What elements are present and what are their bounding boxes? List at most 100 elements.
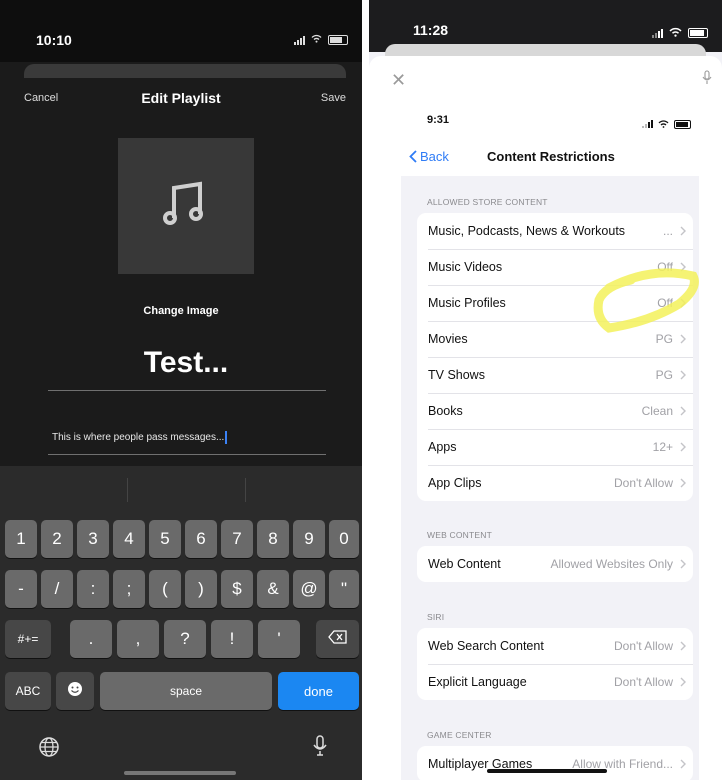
back-button[interactable]: Back — [409, 149, 449, 164]
key-comma[interactable]: , — [117, 620, 159, 658]
row-label: Music Videos — [428, 260, 503, 274]
row-label: Web Search Content — [428, 639, 544, 653]
key-hyphen[interactable]: - — [5, 570, 37, 608]
key-apostrophe[interactable]: ' — [258, 620, 300, 658]
row-label: Explicit Language — [428, 675, 527, 689]
playlist-title-input[interactable]: Test... — [0, 346, 362, 380]
description-input[interactable]: This is where people pass messages... — [52, 431, 228, 444]
key-at[interactable]: @ — [293, 570, 325, 608]
chevron-right-icon — [680, 478, 686, 488]
screenshot-content-restrictions: 9:31 Back Content Restrictions ALLOWED S… — [401, 98, 699, 780]
key-5[interactable]: 5 — [149, 520, 181, 558]
settings-row[interactable]: Apps 12+ — [417, 429, 693, 465]
microphone-icon[interactable] — [702, 70, 712, 91]
settings-group: Music, Podcasts, News & Workouts... Musi… — [417, 213, 693, 501]
playlist-cover[interactable] — [118, 138, 254, 274]
emoji-key[interactable] — [56, 672, 94, 710]
save-button[interactable]: Save — [321, 92, 346, 104]
nav-bar: Back Content Restrictions — [401, 138, 699, 176]
wifi-icon — [311, 34, 322, 46]
backspace-icon — [327, 629, 348, 649]
row-value: Don't Allow — [614, 675, 673, 689]
divider — [48, 390, 326, 391]
page-title: Content Restrictions — [487, 149, 615, 164]
key-8[interactable]: 8 — [257, 520, 289, 558]
key-4[interactable]: 4 — [113, 520, 145, 558]
key-close-paren[interactable]: ) — [185, 570, 217, 608]
section-header: GAME CENTER — [427, 730, 492, 740]
settings-row[interactable]: App Clips Don't Allow — [417, 465, 693, 501]
key-9[interactable]: 9 — [293, 520, 325, 558]
settings-row[interactable]: Multiplayer Games Allow with Friend... — [417, 746, 693, 780]
key-exclamation[interactable]: ! — [211, 620, 253, 658]
key-dollar[interactable]: $ — [221, 570, 253, 608]
key-more-symbols[interactable]: #+= — [5, 620, 51, 658]
settings-row[interactable]: Web Content Allowed Websites Only — [417, 546, 693, 582]
close-icon[interactable]: ✕ — [391, 70, 406, 91]
keyboard: 1 2 3 4 5 6 7 8 9 0 - / : ; ( ) $ & @ " … — [0, 466, 362, 780]
key-7[interactable]: 7 — [221, 520, 253, 558]
key-1[interactable]: 1 — [5, 520, 37, 558]
key-semicolon[interactable]: ; — [113, 570, 145, 608]
highlighter-annotation — [593, 268, 699, 333]
row-value: Clean — [641, 404, 673, 418]
back-label: Back — [420, 149, 449, 164]
status-icons — [652, 24, 708, 42]
inner-status-icons — [642, 115, 691, 133]
key-ampersand[interactable]: & — [257, 570, 289, 608]
row-label: Web Content — [428, 557, 501, 571]
key-open-paren[interactable]: ( — [149, 570, 181, 608]
chevron-right-icon — [680, 641, 686, 651]
sheet-background — [24, 64, 346, 78]
settings-row[interactable]: Web Search Content Don't Allow — [417, 628, 693, 664]
space-key[interactable]: space — [100, 672, 272, 710]
inner-status-bar: 9:31 — [401, 98, 699, 138]
right-phone-screen: 11:28 ✕ 9:31 Back Content Restrictions A… — [369, 0, 722, 780]
microphone-icon[interactable] — [312, 734, 328, 763]
row-value: PG — [655, 368, 673, 382]
chevron-right-icon — [680, 559, 686, 569]
signal-icon — [652, 28, 663, 38]
change-image-button[interactable]: Change Image — [0, 305, 362, 317]
row-label: Music Profiles — [428, 296, 506, 310]
divider — [127, 478, 128, 502]
emoji-icon — [67, 681, 83, 702]
battery-icon — [328, 35, 348, 45]
globe-icon[interactable] — [38, 736, 60, 763]
key-2[interactable]: 2 — [41, 520, 73, 558]
battery-icon — [674, 119, 691, 129]
settings-row[interactable]: Explicit Language Don't Allow — [417, 664, 693, 700]
section-header: SIRI — [427, 612, 445, 622]
divider — [245, 478, 246, 502]
key-colon[interactable]: : — [77, 570, 109, 608]
page-title: Edit Playlist — [141, 90, 221, 106]
key-0[interactable]: 0 — [329, 520, 359, 558]
status-time: 11:28 — [413, 22, 449, 38]
section-header: ALLOWED STORE CONTENT — [427, 197, 548, 207]
chevron-right-icon — [680, 226, 686, 236]
row-label: Books — [428, 404, 463, 418]
key-6[interactable]: 6 — [185, 520, 217, 558]
done-key[interactable]: done — [278, 672, 359, 710]
key-3[interactable]: 3 — [77, 520, 109, 558]
key-period[interactable]: . — [70, 620, 112, 658]
key-question[interactable]: ? — [164, 620, 206, 658]
row-label: TV Shows — [428, 368, 485, 382]
status-bar: 10:10 — [0, 0, 362, 62]
chevron-right-icon — [680, 370, 686, 380]
key-quote[interactable]: " — [329, 570, 359, 608]
settings-row[interactable]: Books Clean — [417, 393, 693, 429]
description-text: This is where people pass messages... — [52, 432, 225, 444]
row-value: ... — [662, 224, 673, 238]
backspace-key[interactable] — [316, 620, 359, 658]
row-label: Apps — [428, 440, 457, 454]
row-label: App Clips — [428, 476, 482, 490]
left-phone-screen: 10:10 Cancel Edit Playlist Save Change I… — [0, 0, 362, 780]
inner-status-time: 9:31 — [427, 114, 450, 126]
chevron-right-icon — [680, 442, 686, 452]
settings-row[interactable]: TV Shows PG — [417, 357, 693, 393]
row-label: Movies — [428, 332, 468, 346]
settings-row[interactable]: Music, Podcasts, News & Workouts... — [417, 213, 693, 249]
key-abc[interactable]: ABC — [5, 672, 51, 710]
key-slash[interactable]: / — [41, 570, 73, 608]
